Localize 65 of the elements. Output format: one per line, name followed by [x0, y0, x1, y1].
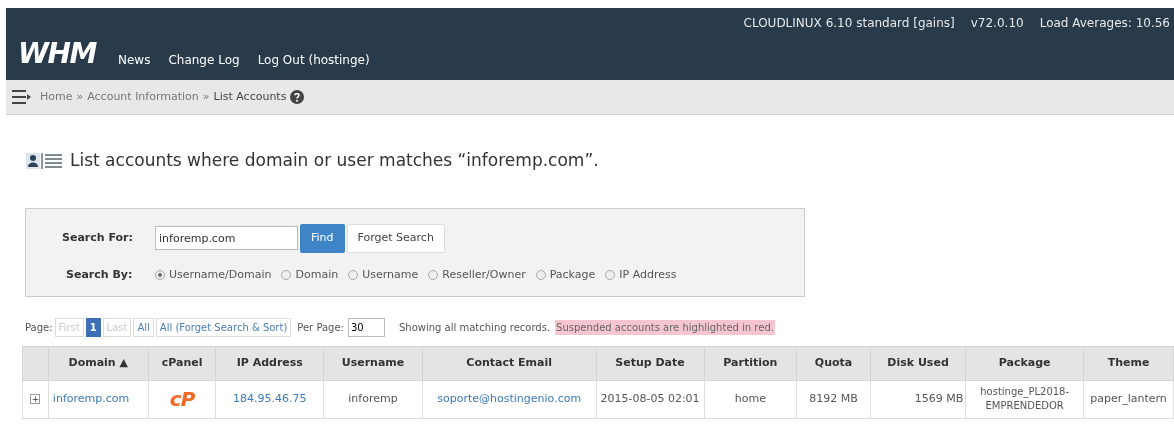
radio-button[interactable] — [605, 269, 616, 280]
radio-option[interactable]: Domain — [281, 266, 339, 283]
radio-option[interactable]: IP Address — [605, 266, 677, 283]
email-link[interactable]: soporte@hostingenio.com — [422, 380, 597, 418]
nav-link[interactable]: Log Out (hostinge) — [257, 54, 370, 68]
search-label: Search For: — [62, 229, 134, 246]
page-button[interactable]: All — [133, 318, 154, 337]
page-title: List accounts where domain or user matches “inforemp.com”. — [70, 149, 599, 172]
radio-label: Domain — [295, 266, 339, 283]
nav-link[interactable]: News — [118, 54, 151, 68]
table-cell: paper_lantern — [1083, 380, 1174, 418]
column-header[interactable]: IP Address — [215, 346, 324, 380]
table-cell: 2015-08-05 02:01 — [596, 380, 704, 418]
breadcrumb-link[interactable]: Home — [40, 88, 73, 106]
nav-link[interactable]: Change Log — [168, 54, 240, 68]
breadcrumb-current: List Accounts — [213, 88, 287, 105]
page-label: Page: — [25, 321, 53, 335]
whm-logo: WHM — [18, 40, 96, 68]
table-cell: hostinge_PL2018-EMPRENDEDOR — [965, 380, 1084, 418]
column-header[interactable]: Setup Date — [596, 346, 704, 380]
column-header[interactable]: Disk Used — [870, 346, 966, 380]
breadcrumb-separator: » — [76, 88, 84, 105]
menu-icon[interactable] — [12, 90, 32, 104]
column-header[interactable]: Username — [323, 346, 423, 380]
user-list-icon — [26, 151, 64, 170]
status-text: Showing all matching records. — [399, 321, 551, 335]
column-header[interactable]: Package — [965, 346, 1084, 380]
help-icon[interactable] — [290, 90, 305, 104]
expand-button[interactable]: + — [30, 393, 41, 404]
breadcrumb-link[interactable]: Account Information — [87, 88, 199, 106]
page-button[interactable]: 1 — [85, 318, 101, 337]
radio-button[interactable] — [155, 269, 165, 280]
suspended-note: Suspended accounts are highlighted in red. — [555, 320, 775, 335]
column-header[interactable]: Domain ▲ — [48, 346, 149, 380]
radio-label: Package — [549, 266, 596, 283]
per-page-field[interactable]: 30 — [348, 318, 385, 337]
column-header[interactable]: Contact Email — [422, 346, 597, 380]
radio-label: IP Address — [619, 266, 677, 283]
forget-search-button[interactable]: Forget Search — [346, 223, 445, 253]
radio-button[interactable] — [428, 269, 439, 280]
column-header[interactable]: Quota — [796, 346, 871, 380]
per-page-label: Per Page: — [297, 321, 344, 335]
radio-option[interactable]: Package — [535, 266, 596, 283]
table-cell: home — [704, 380, 797, 418]
server-info: CLOUDLINUX 6.10 standard [gains] — [743, 15, 955, 32]
radio-option[interactable]: Username — [348, 266, 419, 283]
server-info: Load Averages: 10.56 — [1039, 15, 1170, 32]
find-button[interactable]: Find — [300, 223, 345, 253]
column-header[interactable]: Partition — [704, 346, 797, 380]
column-header[interactable]: Theme — [1083, 346, 1174, 380]
radio-button[interactable] — [348, 269, 359, 280]
page-button[interactable]: All (Forget Search & Sort) — [155, 318, 292, 337]
domain-link[interactable]: inforemp.com — [48, 380, 149, 418]
table-cell: 8192 MB — [796, 380, 871, 418]
table-cell: inforemp — [323, 380, 423, 418]
server-info: v72.0.10 — [970, 15, 1024, 32]
table-cell: 1569 MB — [870, 380, 966, 418]
radio-button[interactable] — [535, 269, 546, 280]
search-field[interactable]: inforemp.com — [155, 226, 298, 250]
radio-button[interactable] — [281, 269, 292, 280]
radio-label: Username — [362, 266, 419, 283]
breadcrumb-separator: » — [202, 88, 210, 105]
search-by-label: Search By: — [65, 266, 134, 283]
column-header[interactable]: cPanel — [148, 346, 216, 380]
ip-address-link[interactable]: 184.95.46.75 — [215, 380, 324, 418]
